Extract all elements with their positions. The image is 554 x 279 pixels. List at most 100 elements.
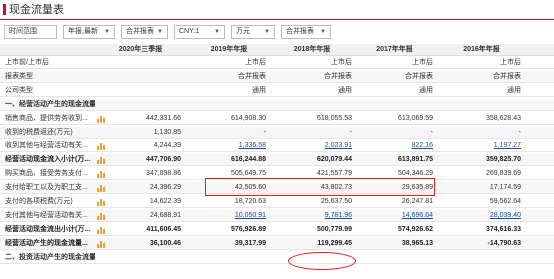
unit-value: 万元 xyxy=(236,28,250,35)
value-cell: 358,628.43 xyxy=(485,114,521,122)
value-cell: - xyxy=(349,128,352,136)
row-label: 销售商品、提供劳务收到... xyxy=(5,114,88,122)
value-cell: 通用 xyxy=(252,86,266,94)
value-cell[interactable]: 2,023.91 xyxy=(272,140,352,152)
value-cell: 447,706.90 xyxy=(145,156,181,164)
value-cell[interactable]: 10,050.91 xyxy=(192,210,266,222)
value-cell: 119,299.45 xyxy=(317,239,352,247)
value-cell: 上市后 xyxy=(331,59,352,66)
value-cell xyxy=(192,99,266,111)
value-cell: - xyxy=(430,128,433,136)
table-row: 销售商品、提供劳务收到... 442,331.66 614,908.30 618,05… xyxy=(0,113,554,125)
chevron-down-icon: ▼ xyxy=(320,29,326,35)
period-select[interactable]: 年报,最新 ▼ xyxy=(63,25,115,39)
toolbar: 时间范围 年报,最新 ▼ 合并报表 ▼ CNY:1 ▼ 万元 ▼ 合并报表 ▼ xyxy=(0,25,554,41)
time-range-label: 时间范围 xyxy=(9,28,37,35)
header-cell[interactable]: 2019年年报 xyxy=(192,44,266,56)
value-cell: 574,926.62 xyxy=(397,225,433,233)
value-cell: 36,100.46 xyxy=(149,239,181,247)
value-cell: 1,130.85 xyxy=(153,128,181,136)
title-accent-mark xyxy=(3,4,6,15)
report-select-2[interactable]: 合并报表 ▼ xyxy=(281,25,331,39)
value-cell: 上市后 xyxy=(500,59,521,66)
table-row: 支付其他与经营活动有关... 24,688.91 10,050.91 9,781.96… xyxy=(0,209,554,222)
table-row: 一、经营活动产生的现金流量: xyxy=(0,98,554,111)
value-cell: 合并报表 xyxy=(405,72,433,80)
value-cell: 269,839.69 xyxy=(485,170,521,178)
table-row: 经营活动产生的现金流量... 36,100.46 39,317.99 119,299.… xyxy=(0,237,554,250)
value-cell xyxy=(356,99,433,111)
value-cell[interactable]: 822.16 xyxy=(356,140,433,152)
header-cell[interactable]: 2016年年报 xyxy=(442,44,521,56)
value-cell xyxy=(272,99,352,111)
value-cell: 616,244.88 xyxy=(230,156,266,164)
value-cell[interactable]: 1,197.27 xyxy=(442,140,521,152)
row-label: 公司类型 xyxy=(5,86,33,94)
table-row: 二、投资活动产生的现金流量: xyxy=(0,252,554,264)
value-cell: 374,616.33 xyxy=(485,225,521,233)
header-cell[interactable]: 2020年三季报 xyxy=(100,44,181,56)
value-cell xyxy=(100,57,181,69)
value-cell: 通用 xyxy=(338,86,352,94)
report-type-select[interactable]: 合并报表 ▼ xyxy=(121,25,168,39)
table-row: 经营活动现金流入小计(万... 447,706.90 616,244.88 620,0… xyxy=(0,154,554,167)
value-cell: 347,898.86 xyxy=(145,170,181,178)
value-cell: 411,606.45 xyxy=(146,225,181,233)
value-cell: 通用 xyxy=(507,86,521,94)
table-header: 2020年三季报 2019年年报 2018年年报 2017年年报 2016年年报 xyxy=(0,44,554,56)
value-cell: 59,562.64 xyxy=(489,198,521,205)
value-cell: 613,891.75 xyxy=(397,156,433,164)
row-label: 收到其他与经营活动有关... xyxy=(5,142,88,150)
report-type-value: 合并报表 xyxy=(126,28,154,35)
row-label: 支付其他与经营活动有关... xyxy=(5,211,88,219)
value-cell: 359,825.70 xyxy=(485,156,521,164)
value-cell: 18,720.63 xyxy=(234,198,266,205)
chevron-down-icon: ▼ xyxy=(157,29,163,35)
value-cell[interactable]: 1,336.58 xyxy=(192,140,266,152)
table-row: 经营活动现金流出小计(万... 411,606.45 576,926.89 500,7… xyxy=(0,224,554,236)
row-label: 报表类型 xyxy=(5,72,33,80)
row-label: 上市前/上市后 xyxy=(5,59,49,66)
table-row: 收到的税费返还(万元) 1,130.85 - - - - xyxy=(0,126,554,139)
value-cell xyxy=(100,85,181,97)
period-value: 年报,最新 xyxy=(68,28,98,35)
value-cell: 24,688.91 xyxy=(149,211,181,219)
value-cell: 620,079.44 xyxy=(316,156,352,164)
chevron-down-icon: ▼ xyxy=(104,29,110,35)
table-row: 收到其他与经营活动有关... 4,244.39 1,336.58 2,023.91 82… xyxy=(0,140,554,153)
value-cell: 合并报表 xyxy=(493,72,521,80)
time-range-button[interactable]: 时间范围 xyxy=(4,25,57,39)
chevron-down-icon: ▼ xyxy=(264,29,270,35)
header-cell[interactable]: 2018年年报 xyxy=(272,44,352,56)
value-cell: 613,069.59 xyxy=(397,114,433,122)
row-label: 一、经营活动产生的现金流量: xyxy=(5,100,95,108)
value-cell: 576,926.89 xyxy=(230,225,266,233)
title-bar: 现金流量表 xyxy=(0,0,554,20)
value-cell xyxy=(100,99,181,111)
value-cell xyxy=(192,252,266,264)
highlight-box xyxy=(205,178,435,196)
value-cell: 合并报表 xyxy=(324,72,352,80)
header-cell[interactable]: 2017年年报 xyxy=(356,44,433,56)
value-cell: - xyxy=(518,128,521,136)
table-row: 报表类型 合并报表 合并报表 合并报表 合并报表 xyxy=(0,70,554,83)
value-cell xyxy=(442,252,521,264)
value-cell: 25,637.50 xyxy=(320,198,352,205)
row-label: 购买商品、接受劳务支付... xyxy=(5,170,88,178)
value-cell: 618,055.53 xyxy=(316,114,352,122)
value-cell: 614,908.30 xyxy=(230,114,266,122)
value-cell: 26,247.81 xyxy=(401,198,433,205)
value-cell[interactable]: 28,039.40 xyxy=(442,210,521,222)
value-cell xyxy=(100,252,181,264)
table-row: 上市前/上市后 上市后 上市后 上市后 上市后 xyxy=(0,57,554,69)
row-label: 支付给职工以及为职工支... xyxy=(5,184,88,192)
row-label: 经营活动产生的现金流量... xyxy=(5,239,88,247)
value-cell[interactable]: 14,696.64 xyxy=(356,210,433,222)
currency-select[interactable]: CNY:1 ▼ xyxy=(174,25,225,39)
unit-select[interactable]: 万元 ▼ xyxy=(231,25,275,39)
report-select-2-value: 合并报表 xyxy=(286,28,314,35)
value-cell: 24,396.29 xyxy=(149,184,181,192)
value-cell: - xyxy=(263,128,266,136)
value-cell[interactable]: 9,781.96 xyxy=(272,210,352,222)
header-cell xyxy=(5,44,95,56)
